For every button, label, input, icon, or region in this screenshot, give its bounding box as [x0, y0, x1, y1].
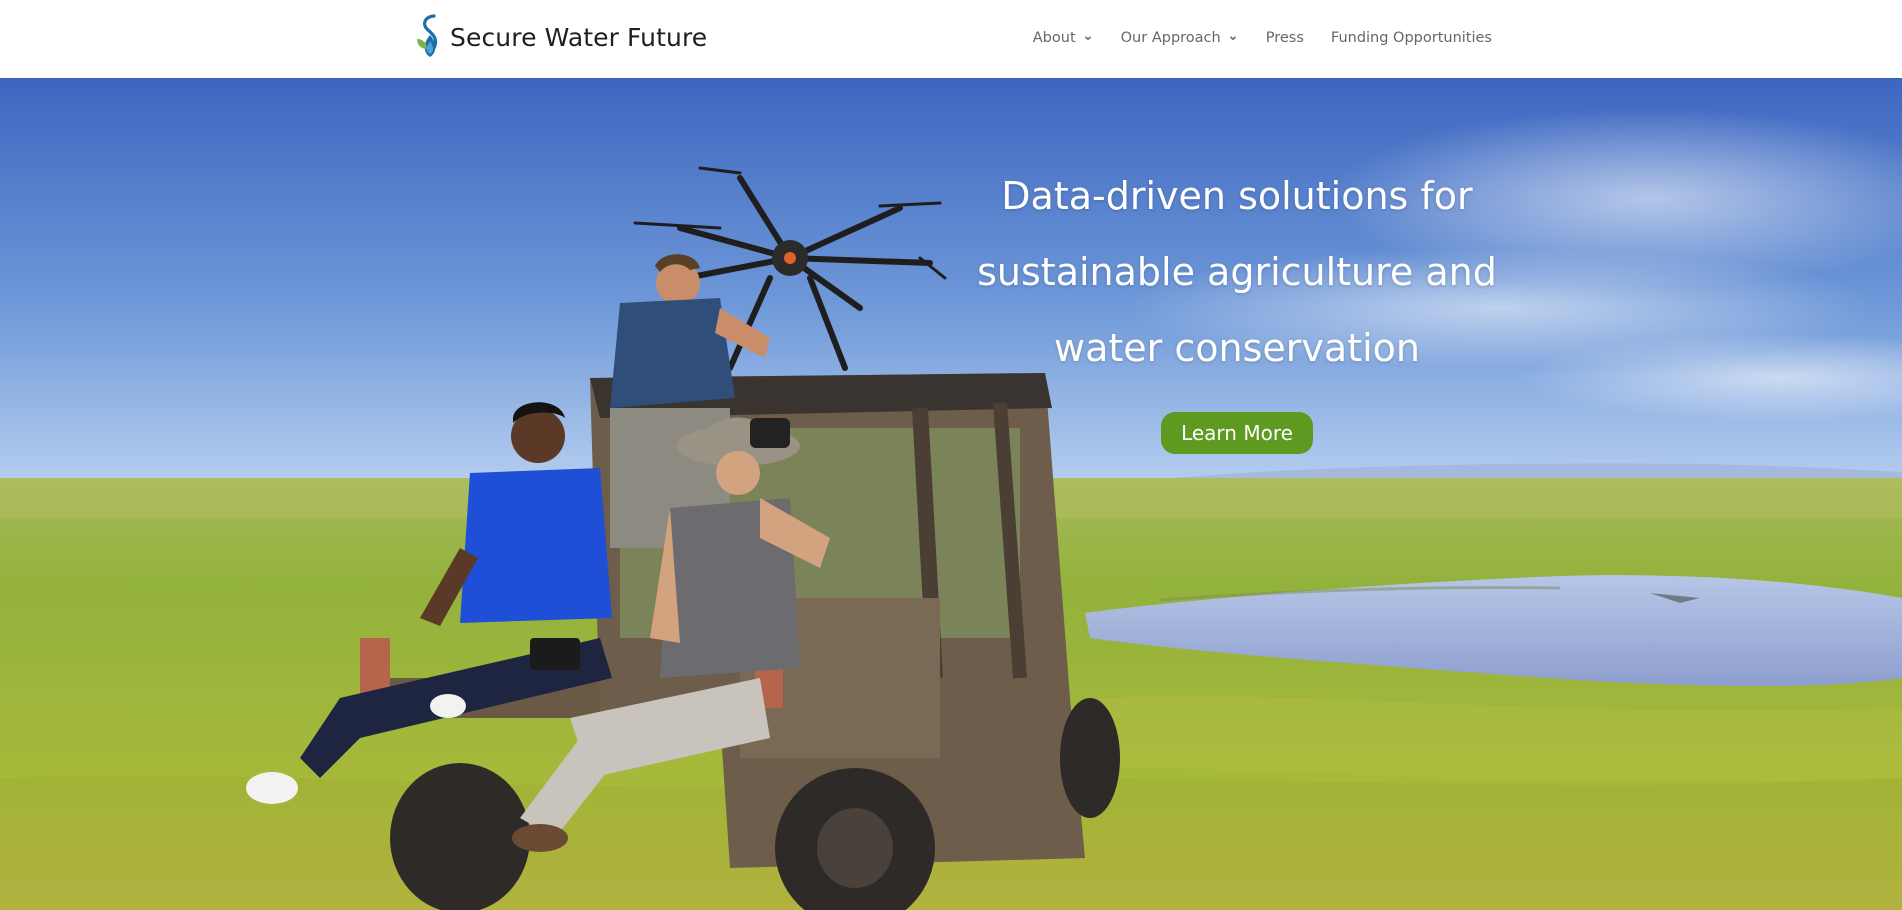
hero-content: Data-driven solutions for sustainable ag…: [952, 158, 1522, 454]
hero-headline-line: sustainable agriculture and: [977, 250, 1497, 294]
nav-item-about[interactable]: About: [1033, 30, 1094, 46]
nav-item-label: About: [1032, 30, 1076, 46]
nav-item-label: Press: [1265, 30, 1304, 46]
water-drop-leaf-logo-icon: [417, 14, 438, 57]
hero-image: [0, 78, 1902, 910]
hero-headline: Data-driven solutions for sustainable ag…: [952, 158, 1522, 386]
nav-item-label: Our Approach: [1120, 30, 1221, 46]
logo-link[interactable]: Secure Water Future: [414, 13, 707, 61]
nav-item-label: Funding Opportunities: [1330, 30, 1492, 46]
hero-section: Data-driven solutions for sustainable ag…: [0, 78, 1902, 910]
learn-more-button[interactable]: Learn More: [1161, 412, 1313, 454]
brand-name: Secure Water Future: [450, 22, 708, 52]
hero-headline-line: water conservation: [1054, 326, 1420, 370]
chevron-down-icon: [1084, 36, 1091, 41]
nav-item-funding-opportunities[interactable]: Funding Opportunities: [1331, 30, 1492, 46]
site-header: Secure Water Future About Our Approach P…: [0, 0, 1902, 78]
nav-item-our-approach[interactable]: Our Approach: [1121, 30, 1239, 46]
chevron-down-icon: [1229, 36, 1236, 41]
hero-headline-line: Data-driven solutions for: [1001, 174, 1473, 218]
nav-item-press[interactable]: Press: [1266, 30, 1304, 46]
main-nav: About Our Approach Press Funding Opportu…: [1033, 0, 1492, 76]
